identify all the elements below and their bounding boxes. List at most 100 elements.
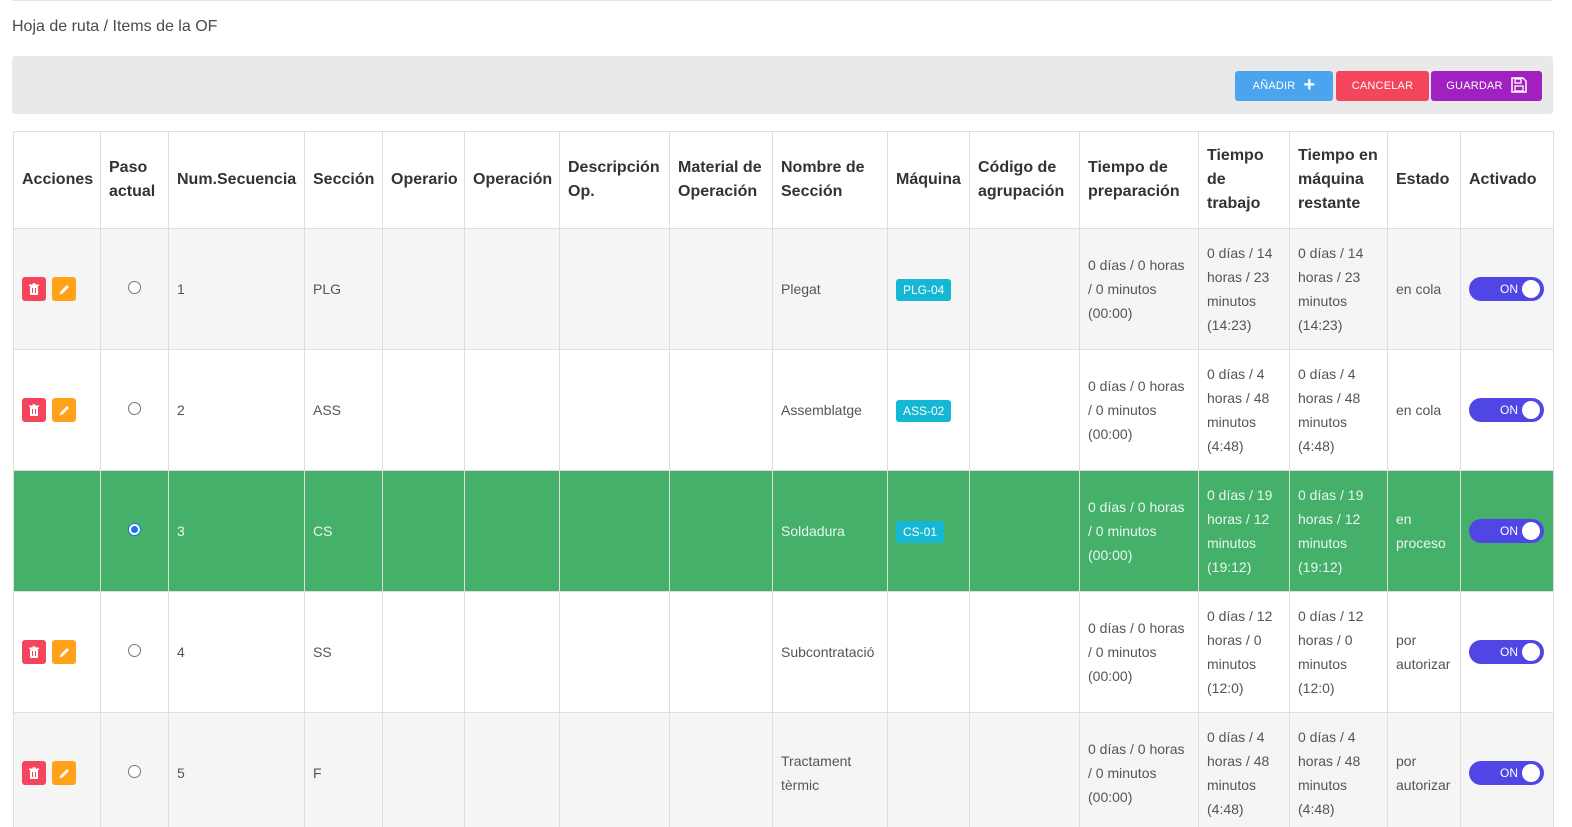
enabled-toggle[interactable]: ON (1469, 640, 1544, 664)
column-header[interactable]: Sección (304, 131, 383, 229)
enabled-toggle[interactable]: ON (1469, 761, 1544, 785)
section-name-cell: Assemblatge (772, 349, 888, 471)
prep-cell: 0 días / 0 horas / 0 minutos (00:00) (1079, 591, 1199, 713)
remaining-cell: 0 días / 4 horas / 48 minutos (4:48) (1289, 712, 1388, 827)
current-step-cell (100, 591, 169, 713)
actions-cell (13, 712, 101, 827)
column-header[interactable]: Máquina (887, 131, 970, 229)
column-header[interactable]: Tiempo en máquina restante (1289, 131, 1388, 229)
work-cell: 0 días / 12 horas / 0 minutos (12:0) (1198, 591, 1290, 713)
cancel-button[interactable]: CANCELAR (1336, 71, 1429, 101)
operation-cell (464, 470, 560, 592)
material-cell (669, 470, 773, 592)
group-code-cell (969, 712, 1080, 827)
pencil-icon[interactable] (52, 761, 76, 785)
remaining-cell: 0 días / 14 horas / 23 minutos (14:23) (1289, 228, 1388, 350)
section-name-cell: Soldadura (772, 470, 888, 592)
column-header[interactable]: Descripción Op. (559, 131, 670, 229)
status-cell: en proceso (1387, 470, 1461, 592)
enabled-cell: ON (1460, 591, 1554, 713)
enabled-toggle[interactable]: ON (1469, 519, 1544, 543)
trash-icon[interactable] (22, 640, 46, 664)
table-row[interactable]: 5 F Tractament tèrmic 0 días / 0 horas / 0 … (13, 712, 1554, 827)
operator-cell (382, 712, 465, 827)
work-cell: 0 días / 4 horas / 48 minutos (4:48) (1198, 349, 1290, 471)
column-header[interactable]: Operario (382, 131, 465, 229)
remaining-cell: 0 días / 12 horas / 0 minutos (12:0) (1289, 591, 1388, 713)
trash-icon[interactable] (22, 761, 46, 785)
actions-cell (13, 591, 101, 713)
operator-cell (382, 228, 465, 350)
current-step-cell (100, 712, 169, 827)
column-header[interactable]: Tiempo de preparación (1079, 131, 1199, 229)
desc-cell (559, 470, 670, 592)
toggle-label: ON (1500, 766, 1518, 780)
enabled-toggle[interactable]: ON (1469, 398, 1544, 422)
current-step-radio[interactable] (128, 402, 141, 415)
section-cell: PLG (304, 228, 383, 350)
pencil-icon[interactable] (52, 640, 76, 664)
prep-cell: 0 días / 0 horas / 0 minutos (00:00) (1079, 712, 1199, 827)
table-row[interactable]: 1 PLG Plegat PLG-04 0 días / 0 horas / 0 min… (13, 228, 1554, 350)
table-row[interactable]: 2 ASS Assemblatge ASS-02 0 días / 0 horas / … (13, 349, 1554, 471)
pencil-icon[interactable] (52, 277, 76, 301)
column-header[interactable]: Acciones (13, 131, 101, 229)
section-name-cell: Subcontratació (772, 591, 888, 713)
pencil-icon[interactable] (52, 398, 76, 422)
enabled-cell: ON (1460, 712, 1554, 827)
machine-cell (887, 591, 970, 713)
status-cell: en cola (1387, 228, 1461, 350)
desc-cell (559, 591, 670, 713)
seq-cell: 4 (168, 591, 305, 713)
breadcrumb: Hoja de ruta / Items de la OF (12, 18, 218, 35)
column-header[interactable]: Paso actual (100, 131, 169, 229)
column-header[interactable]: Material de Operación (669, 131, 773, 229)
material-cell (669, 349, 773, 471)
cancel-button-label: CANCELAR (1351, 80, 1414, 92)
seq-cell: 1 (168, 228, 305, 350)
section-name-cell: Plegat (772, 228, 888, 350)
top-divider (12, 0, 1552, 1)
table-row[interactable]: 3 CS Soldadura CS-01 0 días / 0 horas / 0 mi… (13, 470, 1554, 592)
column-header[interactable]: Nombre de Sección (772, 131, 888, 229)
column-header[interactable]: Código de agrupación (969, 131, 1080, 229)
trash-icon[interactable] (22, 398, 46, 422)
enabled-toggle[interactable]: ON (1469, 277, 1544, 301)
trash-icon[interactable] (22, 277, 46, 301)
column-header[interactable]: Estado (1387, 131, 1461, 229)
desc-cell (559, 712, 670, 827)
column-header[interactable]: Operación (464, 131, 560, 229)
column-header[interactable]: Num.Secuencia (168, 131, 305, 229)
column-header[interactable]: Activado (1460, 131, 1554, 229)
current-step-radio[interactable] (128, 765, 141, 778)
current-step-radio[interactable] (128, 281, 141, 294)
status-cell: por autorizar (1387, 591, 1461, 713)
table-header-row: Acciones Paso actual Num.Secuencia Secci… (13, 131, 1554, 229)
toggle-label: ON (1500, 282, 1518, 296)
enabled-cell: ON (1460, 349, 1554, 471)
prep-cell: 0 días / 0 horas / 0 minutos (00:00) (1079, 470, 1199, 592)
current-step-radio[interactable] (128, 523, 141, 536)
seq-cell: 3 (168, 470, 305, 592)
floppy-disk-icon (1510, 76, 1527, 96)
group-code-cell (969, 591, 1080, 713)
machine-cell: PLG-04 (887, 228, 970, 350)
material-cell (669, 712, 773, 827)
enabled-cell: ON (1460, 470, 1554, 592)
add-button[interactable]: AÑADIR + (1235, 71, 1333, 101)
current-step-cell (100, 470, 169, 592)
current-step-radio[interactable] (128, 644, 141, 657)
machine-cell (887, 712, 970, 827)
table-row[interactable]: 4 SS Subcontratació 0 días / 0 horas / 0 mi… (13, 591, 1554, 713)
machine-cell: CS-01 (887, 470, 970, 592)
section-cell: SS (304, 591, 383, 713)
status-cell: por autorizar (1387, 712, 1461, 827)
column-header[interactable]: Tiempo de trabajo (1198, 131, 1290, 229)
remaining-cell: 0 días / 4 horas / 48 minutos (4:48) (1289, 349, 1388, 471)
section-name-cell: Tractament tèrmic (772, 712, 888, 827)
desc-cell (559, 349, 670, 471)
seq-cell: 2 (168, 349, 305, 471)
save-button-label: GUARDAR (1446, 80, 1503, 92)
save-button[interactable]: GUARDAR (1431, 71, 1542, 101)
group-code-cell (969, 349, 1080, 471)
